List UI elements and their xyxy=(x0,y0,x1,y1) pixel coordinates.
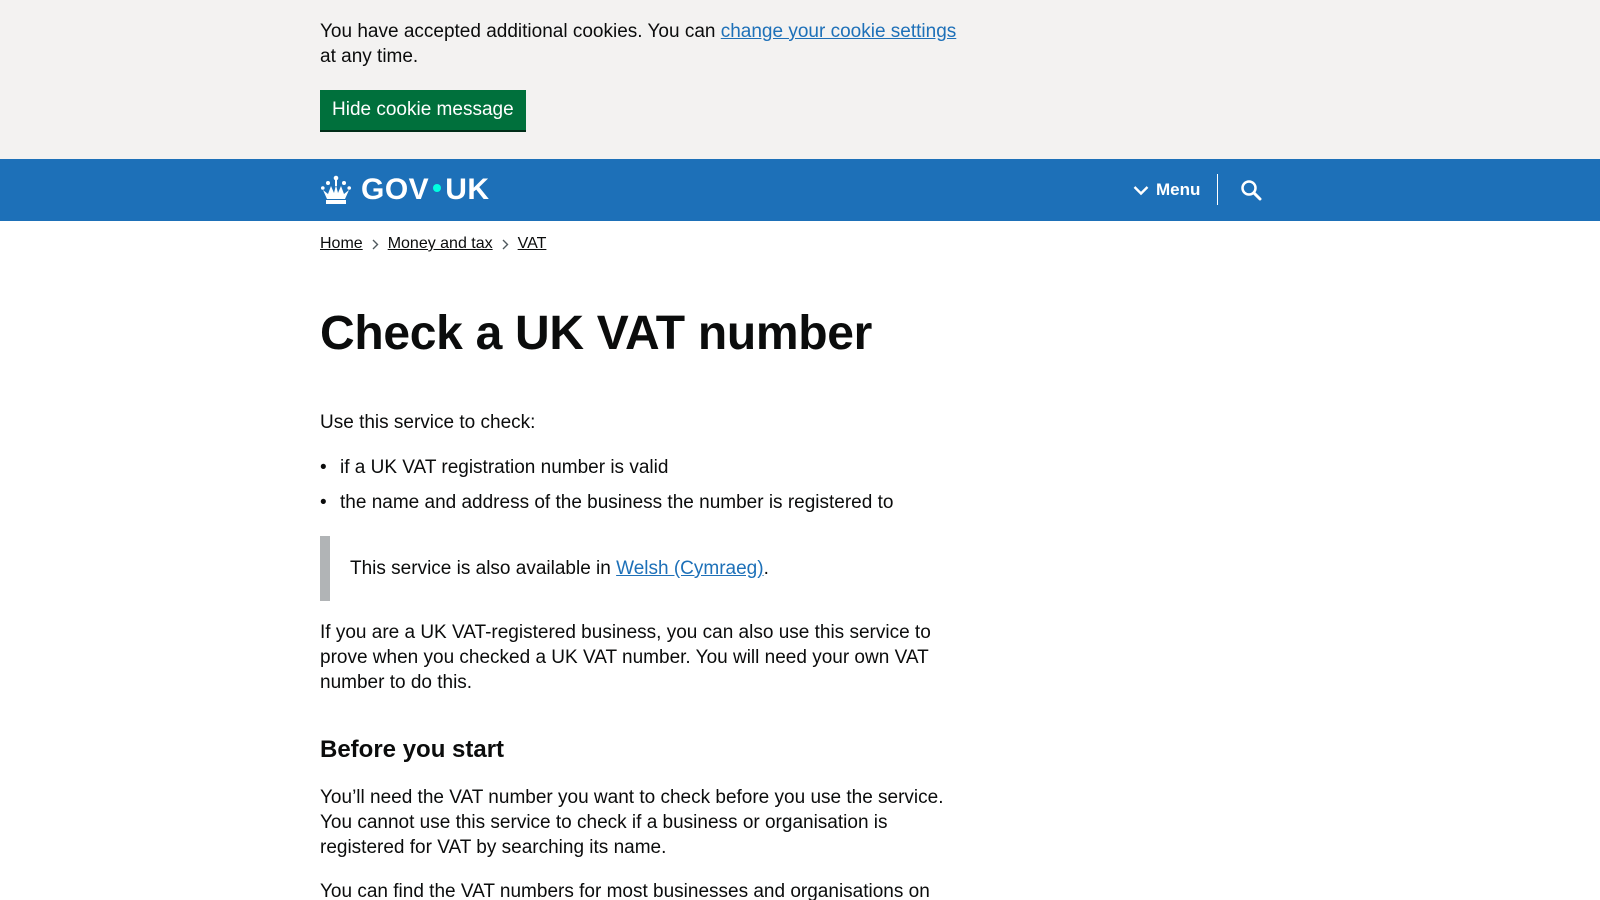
wordmark-gov: GOV xyxy=(361,173,430,206)
chevron-right-icon xyxy=(502,239,509,250)
site-header: GOV UK Menu xyxy=(0,159,1600,221)
chevron-down-icon xyxy=(1133,185,1149,195)
crown-icon xyxy=(321,175,351,204)
breadcrumb-home[interactable]: Home xyxy=(320,234,363,254)
inset-text-start: This service is also available in xyxy=(350,558,617,579)
cookie-message: You have accepted additional cookies. Yo… xyxy=(320,19,960,69)
list-item: if a UK VAT registration number is valid xyxy=(320,455,960,490)
search-button[interactable] xyxy=(1236,175,1266,205)
hide-cookie-message-button[interactable]: Hide cookie message xyxy=(320,90,526,130)
cookie-banner: You have accepted additional cookies. Yo… xyxy=(0,0,1600,159)
menu-label: Menu xyxy=(1156,180,1201,199)
wordmark-uk: UK xyxy=(445,173,490,206)
intro-text: Use this service to check: xyxy=(320,412,536,433)
list-item: the name and address of the business the… xyxy=(320,490,960,525)
header-divider xyxy=(1217,174,1218,205)
before-you-start-text: You’ll need the VAT number you want to c… xyxy=(320,787,944,858)
search-icon xyxy=(1241,180,1262,201)
before-you-start-heading: Before you start xyxy=(320,736,505,763)
wordmark-dot xyxy=(433,184,442,193)
breadcrumb-vat[interactable]: VAT xyxy=(518,234,547,254)
menu-button[interactable]: Menu xyxy=(1133,176,1200,204)
page-title: Check a UK VAT number xyxy=(320,307,873,360)
inset-text-end: . xyxy=(763,558,769,579)
check-list: if a UK VAT registration number is valid… xyxy=(320,455,960,525)
govuk-logo[interactable]: GOV UK xyxy=(320,173,490,207)
chevron-right-icon xyxy=(372,239,379,250)
breadcrumb-money-and-tax[interactable]: Money and tax xyxy=(388,234,493,254)
govuk-wordmark: GOV UK xyxy=(361,173,490,207)
welsh-inset: This service is also available in Welsh … xyxy=(320,536,960,601)
breadcrumb: Home Money and tax VAT xyxy=(320,234,546,254)
cookie-message-text-end: at any time. xyxy=(320,46,419,67)
registered-business-text: If you are a UK VAT-registered business,… xyxy=(320,622,931,693)
welsh-link[interactable]: Welsh (Cymraeg) xyxy=(616,558,763,579)
inset-text: This service is also available in Welsh … xyxy=(350,556,769,581)
find-vat-number-text: You can find the VAT numbers for most bu… xyxy=(320,881,930,900)
change-cookie-settings-link[interactable]: change your cookie settings xyxy=(721,21,957,42)
cookie-message-text: You have accepted additional cookies. Yo… xyxy=(320,21,721,42)
